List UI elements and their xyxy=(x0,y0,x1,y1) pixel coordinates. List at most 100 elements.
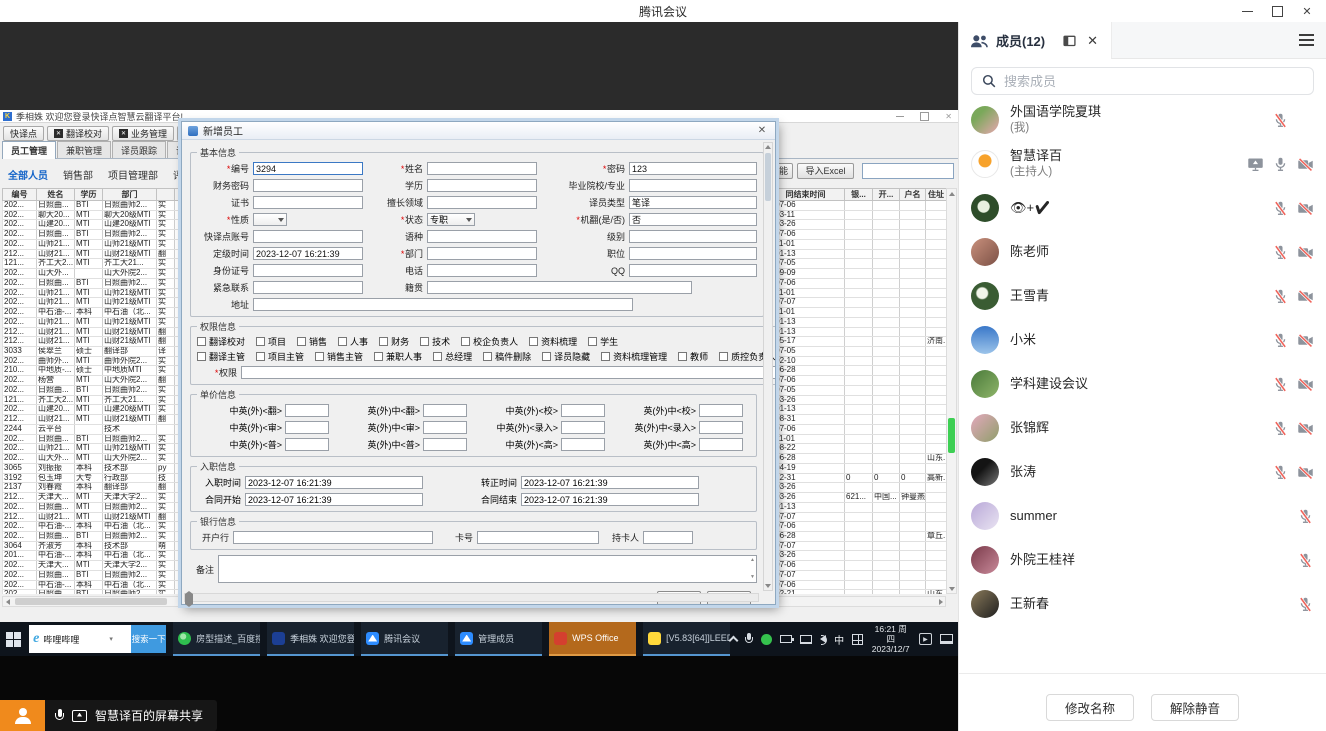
taskbar-task[interactable]: 腾讯会议 xyxy=(361,622,448,656)
member-row[interactable]: 陈老师 xyxy=(959,230,1326,274)
checkbox-icon[interactable] xyxy=(678,352,687,361)
nature-select[interactable] xyxy=(253,213,287,226)
translator-type-input[interactable] xyxy=(629,196,757,209)
scroll-up-icon[interactable] xyxy=(764,143,772,151)
taskbar-task[interactable]: [V5.83[64]]LEED... xyxy=(643,622,730,656)
member-row[interactable]: 张涛 xyxy=(959,450,1326,494)
finance-password-input[interactable] xyxy=(253,179,363,192)
id-card-input[interactable] xyxy=(253,264,363,277)
permission-checkbox[interactable]: 稿件删除 xyxy=(483,350,531,363)
chevron-down-icon[interactable]: ▾ xyxy=(109,635,113,643)
camera-icon[interactable] xyxy=(1297,420,1314,437)
scroll-down-icon[interactable] xyxy=(764,582,772,590)
checkbox-icon[interactable] xyxy=(483,352,492,361)
col-branch[interactable]: 开... xyxy=(873,189,900,201)
checkbox-icon[interactable] xyxy=(588,337,597,346)
ime-language-indicator[interactable]: 中 xyxy=(834,632,844,647)
qq-input[interactable] xyxy=(629,264,757,277)
start-button[interactable] xyxy=(0,622,27,656)
mic-icon[interactable] xyxy=(1272,112,1289,129)
menu-button[interactable]: 快译点 xyxy=(3,126,44,141)
status-select[interactable]: 专职 xyxy=(427,213,475,226)
media-popup-icon[interactable] xyxy=(919,633,933,645)
school-input[interactable] xyxy=(629,179,757,192)
scroll-down-icon[interactable] xyxy=(947,584,956,593)
price-input[interactable] xyxy=(285,438,329,451)
col-holder[interactable]: 户名 xyxy=(900,189,926,201)
tab[interactable]: 译员跟踪 xyxy=(112,141,166,158)
dialog-close-icon[interactable]: ✕ xyxy=(755,125,769,136)
hire-date-input[interactable] xyxy=(245,493,423,506)
employee-id-input[interactable] xyxy=(253,162,363,175)
clock[interactable]: 16:21 周四 2023/12/7 xyxy=(871,624,911,654)
remark-textarea[interactable] xyxy=(218,555,757,583)
menu-button[interactable]: 业务管理 xyxy=(112,126,174,141)
price-input[interactable] xyxy=(699,421,743,434)
scrollbar-thumb[interactable] xyxy=(15,598,167,605)
member-row[interactable]: 外国语学院夏琪 (我) xyxy=(959,98,1326,142)
camera-icon[interactable] xyxy=(1297,288,1314,305)
member-search-box[interactable] xyxy=(971,67,1314,95)
menu-button[interactable]: 翻译校对 xyxy=(47,126,109,141)
checkbox-icon[interactable] xyxy=(256,337,265,346)
tab[interactable]: 员工管理 xyxy=(2,141,56,159)
unmute-button[interactable]: 解除静音 xyxy=(1151,694,1239,721)
department-link[interactable]: 项目管理部 xyxy=(108,167,158,182)
member-row[interactable]: 外院王桂祥 xyxy=(959,538,1326,582)
close-panel-icon[interactable]: ✕ xyxy=(1087,33,1098,49)
screen-sharing-icon[interactable] xyxy=(1247,156,1264,173)
permission-checkbox[interactable]: 兼职人事 xyxy=(374,350,422,363)
camera-icon[interactable] xyxy=(1297,332,1314,349)
col-addr[interactable]: 住址 xyxy=(926,189,947,201)
partial-button[interactable]: 能 xyxy=(774,163,793,179)
taskbar-task[interactable]: WPS Office xyxy=(549,622,636,656)
hire-date-input[interactable] xyxy=(521,476,699,489)
member-row[interactable]: 王新春 xyxy=(959,582,1326,626)
mic-icon[interactable] xyxy=(1297,596,1314,613)
permission-checkbox[interactable]: 销售 xyxy=(297,335,327,348)
mic-icon[interactable] xyxy=(1272,156,1289,173)
kyd-account-input[interactable] xyxy=(253,230,363,243)
ie-browser-icon[interactable]: e xyxy=(33,632,39,646)
permission-checkbox[interactable]: 销售主管 xyxy=(315,350,363,363)
checkbox-icon[interactable] xyxy=(374,352,383,361)
rename-button[interactable]: 修改名称 xyxy=(1046,694,1134,721)
close-tab-icon[interactable] xyxy=(54,129,63,138)
hire-date-input[interactable] xyxy=(245,476,423,489)
level-input[interactable] xyxy=(629,230,757,243)
permission-checkbox[interactable]: 教师 xyxy=(678,350,708,363)
expertise-input[interactable] xyxy=(427,196,537,209)
app-maximize-icon[interactable] xyxy=(920,112,929,121)
mic-icon[interactable] xyxy=(1272,376,1289,393)
permission-input[interactable] xyxy=(241,366,775,379)
member-row[interactable]: 王雪青 xyxy=(959,274,1326,318)
checkbox-icon[interactable] xyxy=(529,337,538,346)
col-contract-end[interactable]: 同结束时间 xyxy=(767,189,845,201)
scroll-up-icon[interactable] xyxy=(947,189,956,198)
password-input[interactable] xyxy=(629,162,757,175)
member-row[interactable]: 张锦辉 xyxy=(959,406,1326,450)
member-row[interactable]: summer xyxy=(959,494,1326,538)
member-row[interactable]: 智慧译百 (主持人) xyxy=(959,142,1326,186)
card-number-input[interactable] xyxy=(477,531,599,544)
member-row[interactable]: 学科建设会议 xyxy=(959,362,1326,406)
permission-checkbox[interactable]: 翻译校对 xyxy=(197,335,245,348)
permission-checkbox[interactable]: 项目 xyxy=(256,335,286,348)
department-link[interactable]: 全部人员 xyxy=(8,167,48,182)
checkbox-icon[interactable] xyxy=(461,337,470,346)
mic-icon[interactable] xyxy=(1272,420,1289,437)
col-edu[interactable]: 学历 xyxy=(75,189,103,201)
scroll-right-icon[interactable] xyxy=(936,597,945,606)
price-input[interactable] xyxy=(423,404,467,417)
position-input[interactable] xyxy=(629,247,757,260)
mic-icon[interactable] xyxy=(1272,332,1289,349)
camera-icon[interactable] xyxy=(1297,200,1314,217)
checkbox-icon[interactable] xyxy=(542,352,551,361)
camera-icon[interactable] xyxy=(1297,376,1314,393)
taskbar-search-input[interactable] xyxy=(43,634,105,644)
permission-checkbox[interactable]: 总经理 xyxy=(433,350,472,363)
price-input[interactable] xyxy=(561,404,605,417)
checkbox-icon[interactable] xyxy=(256,352,265,361)
monitor-tray-icon[interactable] xyxy=(940,634,953,644)
app-close-icon[interactable] xyxy=(945,110,952,123)
